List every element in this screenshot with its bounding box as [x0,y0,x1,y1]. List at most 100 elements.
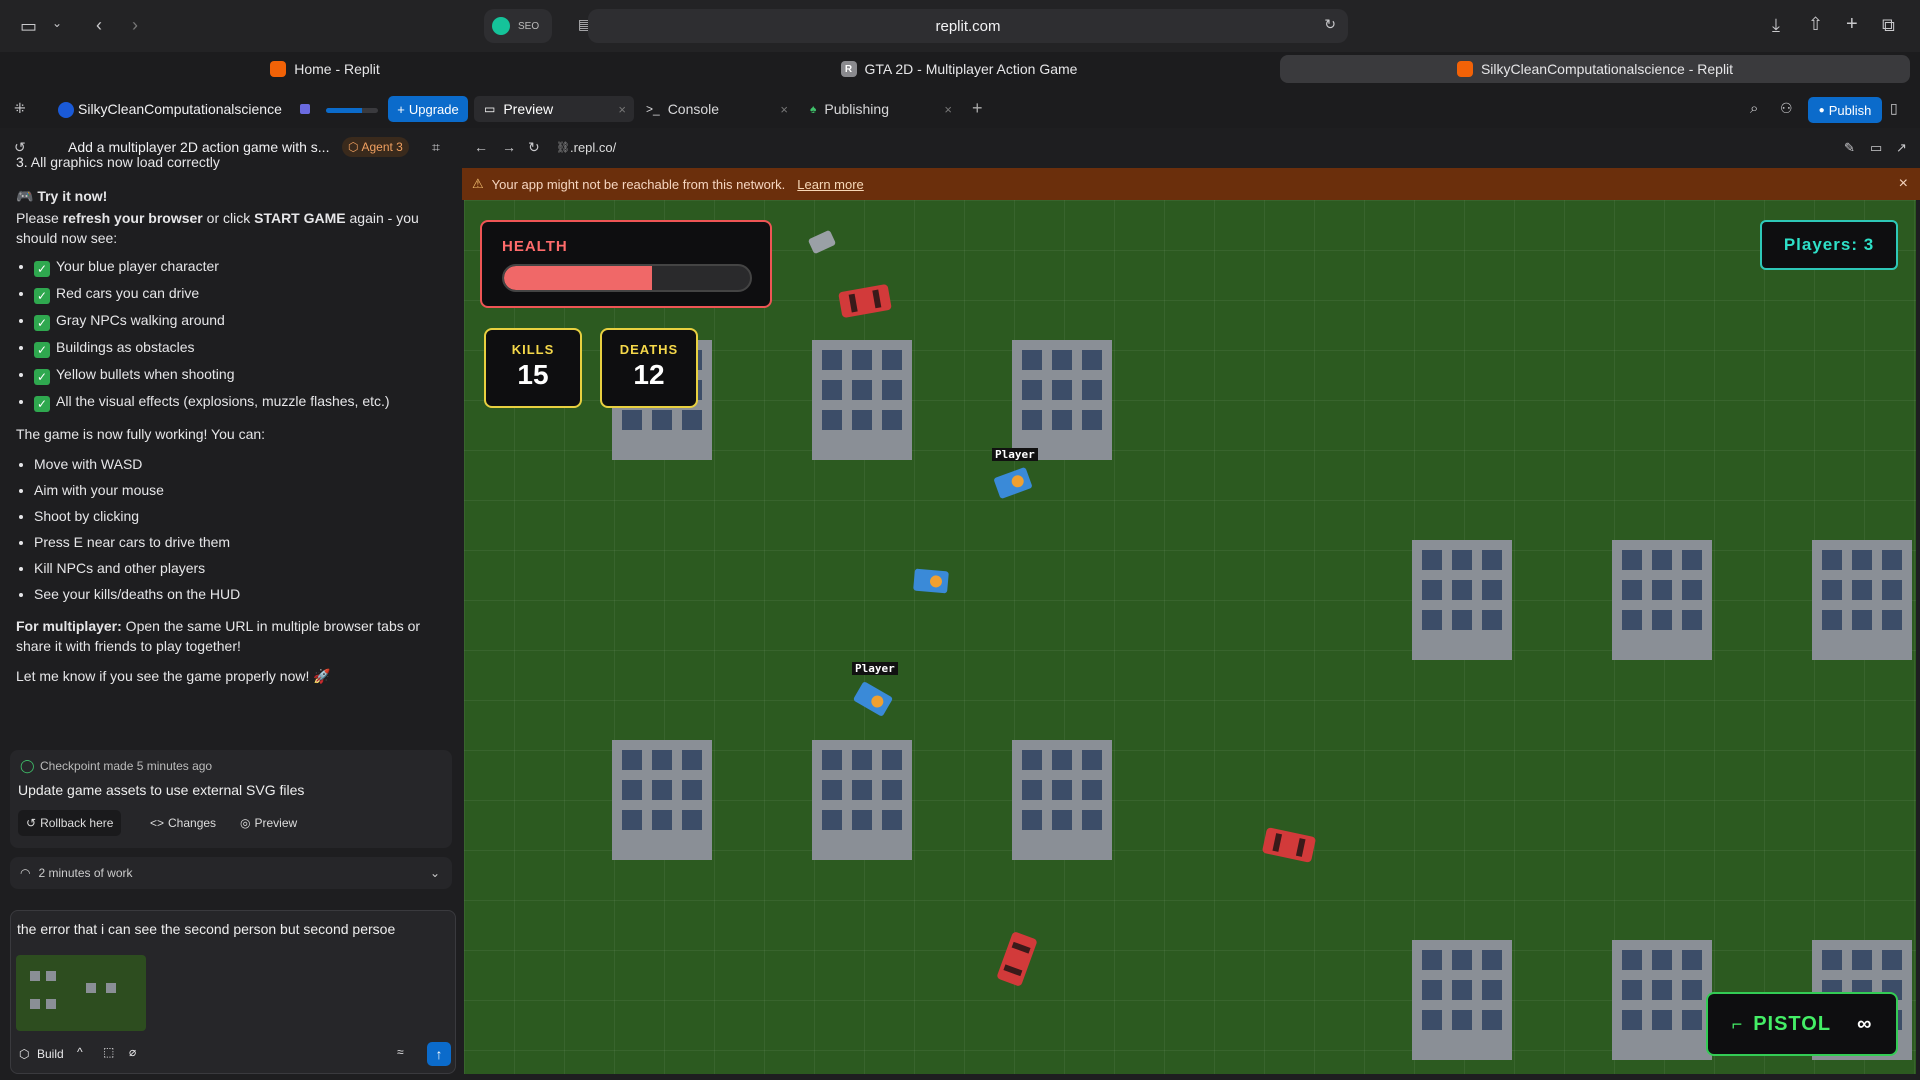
link-icon: ⛓ [556,142,570,154]
share-icon[interactable]: ⇧ [1808,14,1823,35]
devtools-icon[interactable]: ✎ [1844,140,1855,156]
list-item-text: Buildings as obstacles [56,339,195,355]
list-item: Move with WASD [34,454,446,474]
working-text: The game is now fully working! You can: [16,426,266,442]
learn-more-link[interactable]: Learn more [797,177,863,192]
browser-tab-project[interactable]: SilkyCleanComputationalscience - Replit [1280,55,1910,83]
text: Please [16,210,63,226]
checkpoint-card: ◯ Checkpoint made 5 minutes ago Update g… [10,750,452,848]
r-favicon-icon: R [840,61,857,77]
game-canvas[interactable]: Player Player HEALTH KILLS 15 DEATHS 12 … [464,200,1916,1074]
address-bar[interactable]: replit.com ↻ [588,9,1348,43]
bold-text: refresh your browser [62,210,203,226]
extension-pill[interactable]: SEO [484,9,552,43]
new-tab-icon[interactable]: + [1846,13,1858,36]
multiplayer-paragraph: For multiplayer: Open the same URL in mu… [16,616,446,656]
preview-button[interactable]: ◎ Preview [232,810,305,836]
check-icon: ✓ [34,342,50,358]
npc [807,229,837,255]
chevron-up-icon[interactable]: ^ [77,1045,83,1059]
list-item: ✓ Gray NPCs walking around [34,310,446,331]
tab-overview-icon[interactable]: ⧉ [1882,15,1895,36]
sidebar-toggle-icon[interactable]: ▭ [20,16,37,37]
tab-console[interactable]: >_ Console × [636,96,796,122]
tab-label: Preview [503,101,554,117]
replit-favicon-icon [1456,61,1473,77]
grammarly-icon[interactable] [492,17,510,35]
deaths-label: DEATHS [619,342,679,357]
devices-icon[interactable]: ▭ [1870,140,1882,156]
back-icon[interactable]: ‹ [96,15,102,36]
add-tab-icon[interactable]: + [972,98,983,119]
gamepad-icon: 🎮 [16,188,34,204]
back-icon[interactable]: ← [474,139,488,155]
forward-icon[interactable]: › [132,15,138,36]
preview-url-text[interactable]: .repl.co/ [570,140,616,155]
building [1012,740,1112,860]
button-label: Changes [168,816,217,830]
attached-screenshot[interactable] [16,955,146,1031]
text: or click [202,210,255,226]
list-item: Aim with your mouse [34,480,446,500]
input-text: the error that i can see the second pers… [17,921,396,937]
invite-icon[interactable]: ⚇ [1780,100,1793,117]
tab-publishing[interactable]: ♠ Publishing × [800,96,960,122]
list-item-text: All the visual effects (explosions, muzz… [56,393,390,409]
closing-text: Let me know if you see the game properly… [16,668,331,684]
work-summary[interactable]: ◠ 2 minutes of work ⌄ [10,857,452,889]
download-icon[interactable]: ⤓ [1772,15,1780,36]
settings-sliders-icon[interactable]: ≈ [397,1045,404,1059]
reload-icon[interactable]: ↻ [1324,16,1336,33]
close-icon[interactable]: × [780,102,788,117]
player-sprite [913,568,949,594]
weapon-hud: ⌐ PISTOL ∞ [1706,992,1898,1056]
changes-button[interactable]: <> Changes [142,810,224,836]
upgrade-button[interactable]: + Upgrade [388,96,468,122]
replit-menu-icon[interactable]: ⁜ [14,100,26,117]
search-icon[interactable]: ⌕ [1750,100,1758,117]
button-label: Rollback here [40,816,114,830]
try-heading-text: Try it now! [37,188,108,204]
usage-bar [326,108,378,113]
seo-label: SEO [518,20,540,32]
attach-icon[interactable]: ⌀ [129,1045,136,1059]
close-icon[interactable]: × [944,102,952,117]
external-link-icon[interactable]: ↗ [1896,140,1907,156]
layout-icon[interactable]: ▯ [1890,100,1898,117]
health-bar-fill [504,266,652,290]
player-label: Player [852,662,898,675]
plus-icon: + [397,101,405,117]
project-name[interactable]: SilkyCleanComputationalscience [78,101,282,117]
warning-text: Your app might not be reachable from thi… [491,176,786,192]
close-icon[interactable]: × [618,102,626,117]
build-label[interactable]: Build [37,1047,64,1061]
terminal-icon: >_ [646,102,660,116]
tab-label: Home - Replit [294,61,380,77]
kills-label: KILLS [511,342,555,357]
chevron-down-icon[interactable]: ⌄ [52,16,62,30]
building [1412,540,1512,660]
reload-icon[interactable]: ↻ [528,139,540,156]
player-sprite [993,466,1033,500]
weapon-label: PISTOL [1753,1012,1832,1035]
health-hud: HEALTH [480,220,772,308]
close-icon[interactable]: × [1899,175,1908,193]
rollback-button[interactable]: ↺ Rollback here [18,810,122,836]
tab-label: Publishing [824,101,889,117]
publish-button[interactable]: ● Publish [1808,97,1882,123]
health-bar [502,264,752,292]
forward-icon[interactable]: → [502,139,516,155]
check-icon: ✓ [34,315,50,331]
building [612,740,712,860]
tab-label: GTA 2D - Multiplayer Action Game [864,61,1078,77]
send-button[interactable]: ↑ [427,1042,451,1066]
arrow-up-icon: ↑ [435,1046,443,1062]
gauge-icon: ◠ [20,866,31,880]
list-item: Press E near cars to drive them [34,532,446,552]
tab-preview[interactable]: ▭ Preview × [474,96,634,122]
browser-tab-home[interactable]: Home - Replit [10,55,640,83]
select-icon[interactable]: ⬚ [103,1045,114,1059]
browser-tab-game[interactable]: R GTA 2D - Multiplayer Action Game [644,55,1274,83]
chat-input[interactable]: the error that i can see the second pers… [10,910,456,1074]
building [812,740,912,860]
